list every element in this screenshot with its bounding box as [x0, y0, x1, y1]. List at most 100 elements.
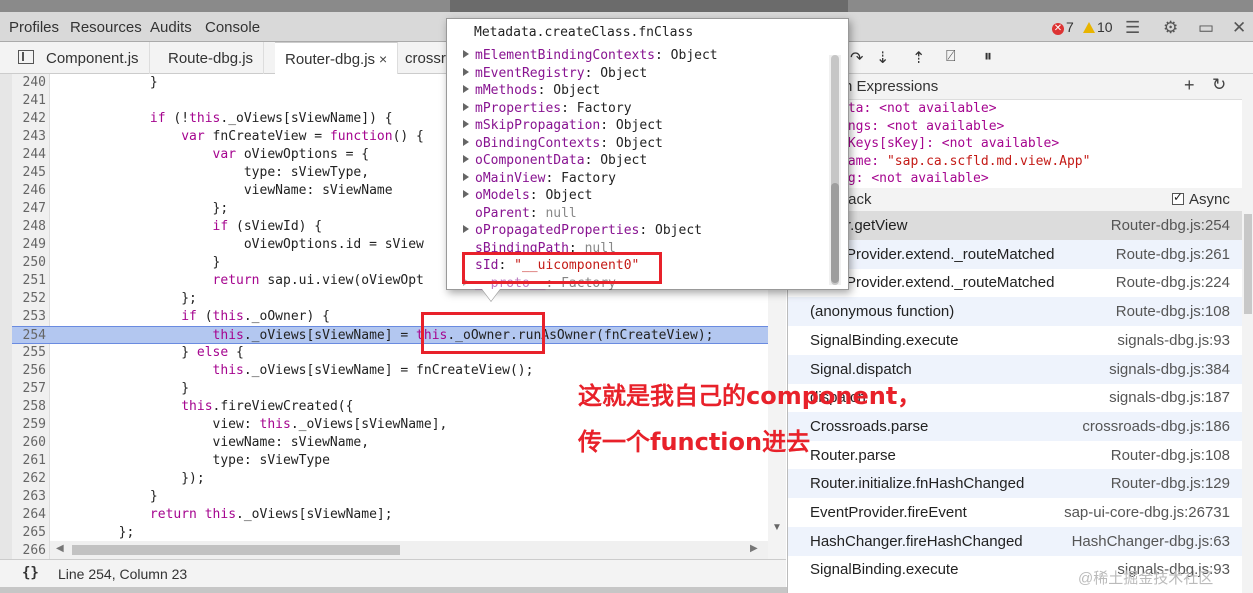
- popover-property[interactable]: oMainView: Factory: [463, 170, 616, 187]
- call-frame[interactable]: Router.initialize.fnHashChanged Router-db…: [788, 469, 1242, 499]
- code-line[interactable]: 264 return this._oViews[sViewName];: [12, 506, 772, 524]
- frame-location[interactable]: Router-dbg.js:129: [1111, 475, 1230, 492]
- frame-location[interactable]: Route-dbg.js:108: [1116, 303, 1230, 320]
- popover-property[interactable]: mProperties: Factory: [463, 100, 632, 117]
- settings-icon[interactable]: ⚙: [1163, 18, 1178, 38]
- file-tab[interactable]: Component.js: [36, 42, 150, 74]
- line-number[interactable]: 262: [12, 470, 50, 488]
- editor-horizontal-scrollbar[interactable]: ◀ ▶: [50, 541, 768, 559]
- line-number[interactable]: 249: [12, 236, 50, 254]
- line-number[interactable]: 252: [12, 290, 50, 308]
- call-frame[interactable]: EventProvider.fireEvent sap-ui-core-dbg.j…: [788, 498, 1242, 527]
- pause-on-exceptions-icon[interactable]: ⏸: [984, 48, 992, 66]
- line-number[interactable]: 244: [12, 146, 50, 164]
- pretty-print-button[interactable]: {}: [22, 565, 39, 581]
- expand-triangle-icon[interactable]: [463, 225, 469, 233]
- close-icon[interactable]: ✕: [1232, 18, 1246, 38]
- call-frame[interactable]: Provider.extend._routeMatched Route-dbg.j…: [788, 239, 1242, 269]
- scroll-thumb[interactable]: [1244, 214, 1252, 314]
- line-number[interactable]: 266: [12, 542, 50, 559]
- line-number[interactable]: 243: [12, 128, 50, 146]
- call-frame[interactable]: Router.parse Router-dbg.js:108: [788, 441, 1242, 470]
- line-number[interactable]: 245: [12, 164, 50, 182]
- line-number[interactable]: 261: [12, 452, 50, 470]
- frame-location[interactable]: Route-dbg.js:261: [1116, 246, 1230, 263]
- watch-expressions-header[interactable]: n Expressions + ↻: [788, 74, 1253, 100]
- close-tab-icon[interactable]: ×: [379, 51, 387, 67]
- watch-expression[interactable]: eta: <not available>: [840, 100, 997, 117]
- tab-resources[interactable]: Resources: [70, 19, 142, 36]
- line-number[interactable]: 255: [12, 344, 50, 362]
- line-number[interactable]: 263: [12, 488, 50, 506]
- line-number[interactable]: 253: [12, 308, 50, 326]
- add-watch-icon[interactable]: +: [1184, 75, 1195, 96]
- code-line[interactable]: 253 if (this._oOwner) {: [12, 308, 772, 326]
- expand-triangle-icon[interactable]: [463, 155, 469, 163]
- line-number[interactable]: 247: [12, 200, 50, 218]
- expand-triangle-icon[interactable]: [463, 172, 469, 181]
- frame-location[interactable]: sap-ui-core-dbg.js:26731: [1064, 504, 1230, 521]
- step-out-icon[interactable]: ⇡: [912, 48, 925, 68]
- navigator-toggle-icon[interactable]: [18, 50, 34, 64]
- tab-audits[interactable]: Audits: [150, 19, 192, 36]
- call-frame[interactable]: Crossroads.parse crossroads-dbg.js:186: [788, 411, 1242, 441]
- frame-location[interactable]: signals-dbg.js:187: [1109, 389, 1230, 406]
- line-number[interactable]: 248: [12, 218, 50, 236]
- refresh-icon[interactable]: ↻: [1212, 75, 1226, 95]
- object-popover[interactable]: Metadata.createClass.fnClass mElementBin…: [446, 18, 849, 291]
- code-line[interactable]: 255 } else {: [12, 344, 772, 362]
- tab-console[interactable]: Console: [205, 19, 260, 36]
- expand-triangle-icon[interactable]: [463, 102, 469, 111]
- frame-location[interactable]: Route-dbg.js:224: [1116, 274, 1230, 291]
- line-number[interactable]: 264: [12, 506, 50, 524]
- line-number[interactable]: 241: [12, 92, 50, 110]
- call-frame[interactable]: Provider.extend._routeMatched Route-dbg.j…: [788, 268, 1242, 297]
- console-drawer-icon[interactable]: ☰: [1125, 18, 1140, 38]
- expand-triangle-icon[interactable]: [463, 137, 469, 146]
- checkbox-icon[interactable]: [1172, 190, 1184, 205]
- expand-triangle-icon[interactable]: [463, 50, 469, 58]
- call-frame[interactable]: HashChanger.fireHashChanged HashChanger-d…: [788, 526, 1242, 556]
- line-number[interactable]: 240: [12, 74, 50, 92]
- line-number[interactable]: 265: [12, 524, 50, 542]
- code-line[interactable]: 262 });: [12, 470, 772, 488]
- scroll-right-icon[interactable]: ▶: [750, 543, 758, 554]
- line-number[interactable]: 260: [12, 434, 50, 452]
- frame-location[interactable]: signals-dbg.js:384: [1109, 361, 1230, 378]
- popover-property[interactable]: oPropagatedProperties: Object: [463, 222, 702, 239]
- scroll-down-icon[interactable]: ▼: [772, 522, 782, 533]
- watch-expression[interactable]: ings: <not available>: [840, 118, 1004, 135]
- deactivate-breakpoints-icon[interactable]: ⍁: [946, 48, 956, 66]
- code-line[interactable]: 263 }: [12, 488, 772, 506]
- popover-property[interactable]: mMethods: Object: [463, 82, 600, 99]
- frame-location[interactable]: HashChanger-dbg.js:63: [1072, 533, 1230, 550]
- error-count-badge[interactable]: ✕ 7: [1052, 19, 1074, 35]
- expand-triangle-icon[interactable]: [463, 67, 469, 76]
- frame-location[interactable]: signals-dbg.js:93: [1117, 332, 1230, 349]
- expand-triangle-icon[interactable]: [463, 190, 469, 198]
- call-frame[interactable]: SignalBinding.execute signals-dbg.js:93: [788, 326, 1242, 355]
- frame-location[interactable]: Router-dbg.js:254: [1111, 217, 1230, 234]
- watch-expression[interactable]: ig: <not available>: [840, 170, 989, 187]
- code-line[interactable]: 252 };: [12, 290, 772, 308]
- code-line-current[interactable]: 254 this._oViews[sViewName] = this._oOwn…: [12, 326, 772, 344]
- call-frame-selected[interactable]: r.getView Router-dbg.js:254: [788, 211, 1242, 240]
- tab-profiles[interactable]: Profiles: [9, 19, 59, 36]
- line-number[interactable]: 258: [12, 398, 50, 416]
- line-number[interactable]: 256: [12, 362, 50, 380]
- line-number[interactable]: 250: [12, 254, 50, 272]
- expand-triangle-icon[interactable]: [463, 85, 469, 93]
- popover-property[interactable]: mEventRegistry: Object: [463, 65, 647, 82]
- frame-location[interactable]: crossroads-dbg.js:186: [1082, 418, 1230, 435]
- resume-icon[interactable]: ↷: [850, 48, 863, 68]
- frame-location[interactable]: Router-dbg.js:108: [1111, 447, 1230, 464]
- code-line[interactable]: 265 };: [12, 524, 772, 542]
- popover-property[interactable]: mSkipPropagation: Object: [463, 117, 663, 134]
- line-number[interactable]: 242: [12, 110, 50, 128]
- popover-property[interactable]: oComponentData: Object: [463, 152, 647, 169]
- file-tab[interactable]: Route-dbg.js: [158, 42, 265, 74]
- scroll-left-icon[interactable]: ◀: [56, 543, 64, 554]
- step-into-icon[interactable]: ⇣: [876, 48, 889, 68]
- expand-triangle-icon[interactable]: [463, 120, 469, 128]
- line-number[interactable]: 257: [12, 380, 50, 398]
